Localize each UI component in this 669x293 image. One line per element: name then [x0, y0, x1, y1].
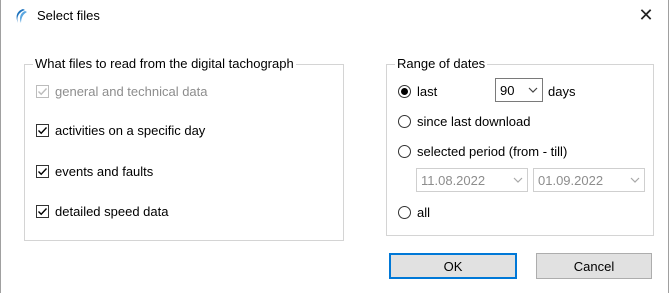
ok-button-label: OK — [443, 258, 463, 274]
radio-since-label[interactable]: since last download — [417, 114, 530, 129]
window-title: Select files — [37, 8, 100, 23]
radio-period-button[interactable] — [398, 145, 411, 158]
title-bar: Select files ✕ — [1, 0, 668, 32]
checkbox-general-technical: general and technical data — [36, 84, 208, 99]
radio-all-button[interactable] — [398, 206, 411, 219]
cancel-button-label: Cancel — [573, 258, 615, 274]
ok-button[interactable]: OK — [389, 253, 517, 279]
checkbox-speed-data-box[interactable] — [36, 205, 49, 218]
checkbox-activities-box[interactable] — [36, 124, 49, 137]
checkbox-events-faults-box[interactable] — [36, 165, 49, 178]
radio-selected-period[interactable]: selected period (from - till) — [398, 144, 567, 159]
till-date-value: 01.09.2022 — [538, 172, 604, 188]
checkbox-activities-label[interactable]: activities on a specific day — [55, 123, 205, 138]
radio-last[interactable]: last — [398, 84, 437, 99]
dates-group-legend: Range of dates — [395, 56, 488, 71]
close-icon[interactable]: ✕ — [632, 4, 660, 28]
checkbox-speed-data-label[interactable]: detailed speed data — [55, 204, 168, 219]
checkbox-activities[interactable]: activities on a specific day — [36, 123, 205, 138]
chevron-down-icon — [524, 85, 542, 96]
checkbox-events-faults[interactable]: events and faults — [36, 164, 153, 179]
radio-last-button[interactable] — [398, 85, 411, 98]
from-date-value: 11.08.2022 — [421, 172, 486, 188]
from-date-picker[interactable]: 11.08.2022 — [416, 168, 528, 192]
chevron-down-icon — [509, 175, 527, 186]
radio-since-button[interactable] — [398, 115, 411, 128]
radio-all-label[interactable]: all — [417, 205, 430, 220]
files-group-legend: What files to read from the digital tach… — [33, 56, 296, 71]
checkbox-speed-data[interactable]: detailed speed data — [36, 204, 168, 219]
till-date-picker[interactable]: 01.09.2022 — [533, 168, 645, 192]
radio-all[interactable]: all — [398, 205, 430, 220]
radio-last-label[interactable]: last — [417, 84, 437, 99]
checkbox-general-technical-box — [36, 85, 49, 98]
select-files-dialog: Select files ✕ What files to read from t… — [0, 0, 669, 293]
app-logo-icon — [13, 8, 29, 24]
last-days-select[interactable]: 90 — [495, 78, 543, 102]
radio-since-last-download[interactable]: since last download — [398, 114, 530, 129]
chevron-down-icon — [626, 175, 644, 186]
last-days-value: 90 — [500, 82, 515, 98]
checkbox-general-technical-label: general and technical data — [55, 84, 208, 99]
cancel-button[interactable]: Cancel — [536, 253, 652, 279]
checkbox-events-faults-label[interactable]: events and faults — [55, 164, 153, 179]
radio-period-label[interactable]: selected period (from - till) — [417, 144, 567, 159]
days-label: days — [548, 84, 576, 99]
